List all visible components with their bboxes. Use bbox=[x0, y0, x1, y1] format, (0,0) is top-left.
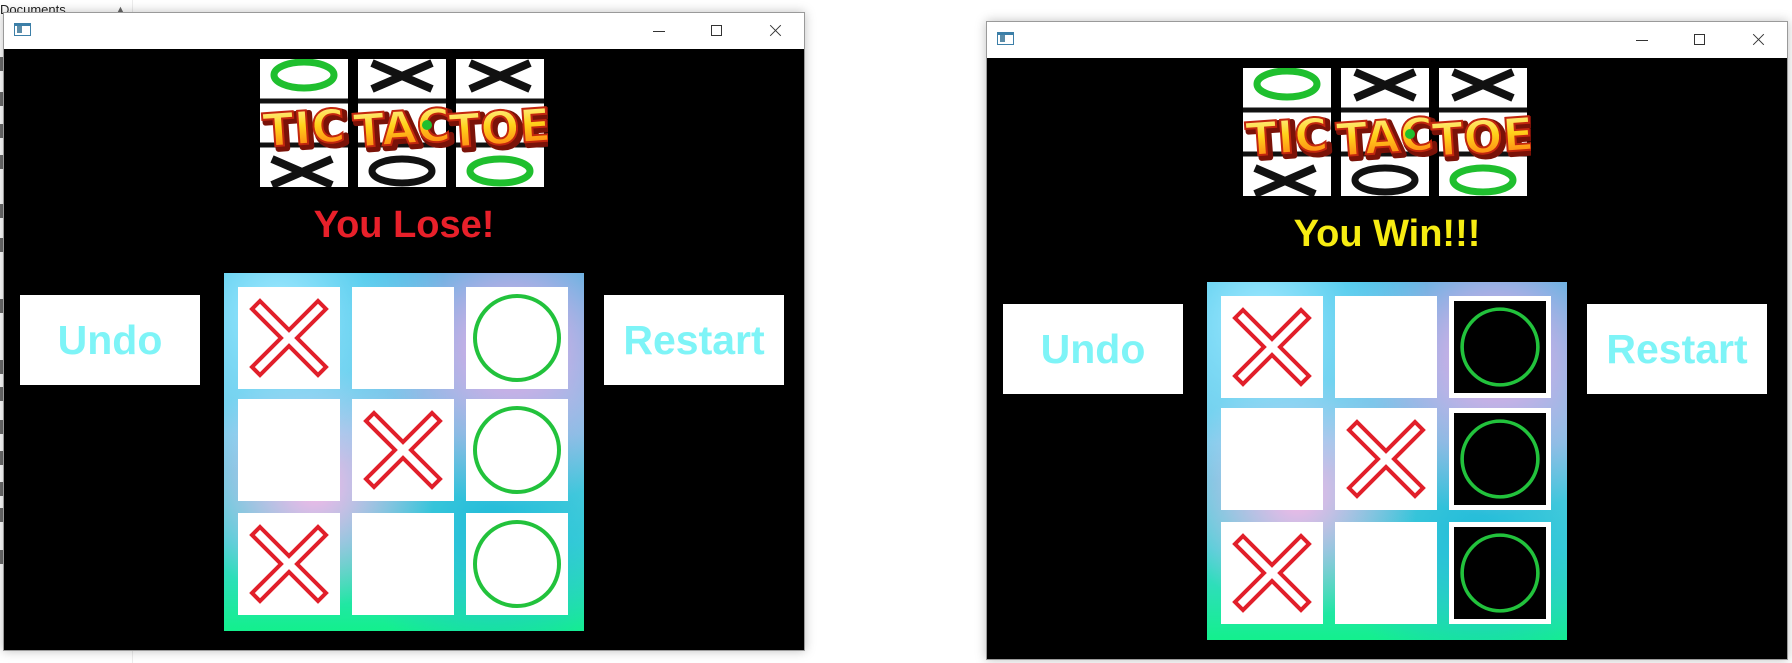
svg-text:TIC: TIC bbox=[1244, 107, 1330, 167]
o-mark-icon bbox=[473, 520, 561, 608]
tictactoe-logo: TIC TIC TAC TAC TOE TOE bbox=[260, 59, 548, 187]
board-cell-r1-c1[interactable] bbox=[238, 287, 340, 389]
restart-button[interactable]: Restart bbox=[1587, 304, 1767, 394]
svg-text:TOE: TOE bbox=[1430, 107, 1531, 168]
board-cell-r1-c3[interactable] bbox=[1449, 296, 1551, 398]
maximize-button[interactable] bbox=[688, 13, 746, 49]
svg-text:TOE: TOE bbox=[447, 98, 548, 159]
board-cell-r2-c2[interactable] bbox=[352, 399, 454, 501]
svg-text:TAC: TAC bbox=[352, 98, 453, 159]
game-status-text: You Lose! bbox=[313, 204, 495, 246]
board-cell-r2-c1[interactable] bbox=[1221, 408, 1323, 510]
o-mark-icon bbox=[1460, 533, 1540, 613]
board-cell-r1-c2[interactable] bbox=[352, 287, 454, 389]
x-mark-icon bbox=[363, 410, 443, 490]
board-cell-r3-c3[interactable] bbox=[1449, 522, 1551, 624]
restart-button[interactable]: Restart bbox=[604, 295, 784, 385]
x-mark-icon bbox=[249, 524, 329, 604]
game-status-text: You Win!!! bbox=[1293, 213, 1481, 255]
tictactoe-logo: TIC TIC TAC TAC TOE TOE bbox=[1243, 68, 1531, 196]
board-cell-r3-c3[interactable] bbox=[466, 513, 568, 615]
board-cell-r1-c2[interactable] bbox=[1335, 296, 1437, 398]
game-board bbox=[1207, 282, 1567, 640]
board-cell-r2-c2[interactable] bbox=[1335, 408, 1437, 510]
o-mark-icon bbox=[473, 406, 561, 494]
game-area: TIC TIC TAC TAC TOE TOE You Win!!! Undo Resta… bbox=[987, 58, 1787, 659]
x-mark-icon bbox=[1232, 307, 1312, 387]
game-window-right: TIC TIC TAC TAC TOE TOE You Win!!! Undo Resta… bbox=[986, 21, 1788, 660]
game-window-left: TIC TIC TAC TAC TOE TOE You Lose! Undo Restar… bbox=[3, 12, 805, 651]
x-mark-icon bbox=[1232, 533, 1312, 613]
maximize-button[interactable] bbox=[1671, 22, 1729, 58]
board-cell-r1-c3[interactable] bbox=[466, 287, 568, 389]
game-area: TIC TIC TAC TAC TOE TOE You Lose! Undo Restar… bbox=[4, 49, 804, 650]
board-cell-r3-c2[interactable] bbox=[352, 513, 454, 615]
o-mark-icon bbox=[473, 294, 561, 382]
title-bar[interactable] bbox=[987, 22, 1787, 58]
game-board bbox=[224, 273, 584, 631]
close-button[interactable] bbox=[1729, 22, 1787, 58]
app-window-icon[interactable] bbox=[997, 32, 1014, 45]
board-cell-r1-c1[interactable] bbox=[1221, 296, 1323, 398]
undo-button[interactable]: Undo bbox=[20, 295, 200, 385]
title-bar[interactable] bbox=[4, 13, 804, 49]
x-mark-icon bbox=[1346, 419, 1426, 499]
board-cell-r3-c1[interactable] bbox=[1221, 522, 1323, 624]
board-cell-r3-c2[interactable] bbox=[1335, 522, 1437, 624]
svg-text:TAC: TAC bbox=[1335, 107, 1436, 168]
undo-button[interactable]: Undo bbox=[1003, 304, 1183, 394]
x-mark-icon bbox=[249, 298, 329, 378]
close-button[interactable] bbox=[746, 13, 804, 49]
minimize-button[interactable] bbox=[630, 13, 688, 49]
app-window-icon[interactable] bbox=[14, 23, 31, 36]
board-cell-r2-c1[interactable] bbox=[238, 399, 340, 501]
board-cell-r2-c3[interactable] bbox=[1449, 408, 1551, 510]
minimize-button[interactable] bbox=[1613, 22, 1671, 58]
board-cell-r3-c1[interactable] bbox=[238, 513, 340, 615]
svg-text:TIC: TIC bbox=[261, 98, 347, 158]
desktop: Documents ▲ TIC TIC TAC TAC TOE TOE You Lose!… bbox=[0, 0, 1792, 663]
board-cell-r2-c3[interactable] bbox=[466, 399, 568, 501]
o-mark-icon bbox=[1460, 307, 1540, 387]
o-mark-icon bbox=[1460, 419, 1540, 499]
